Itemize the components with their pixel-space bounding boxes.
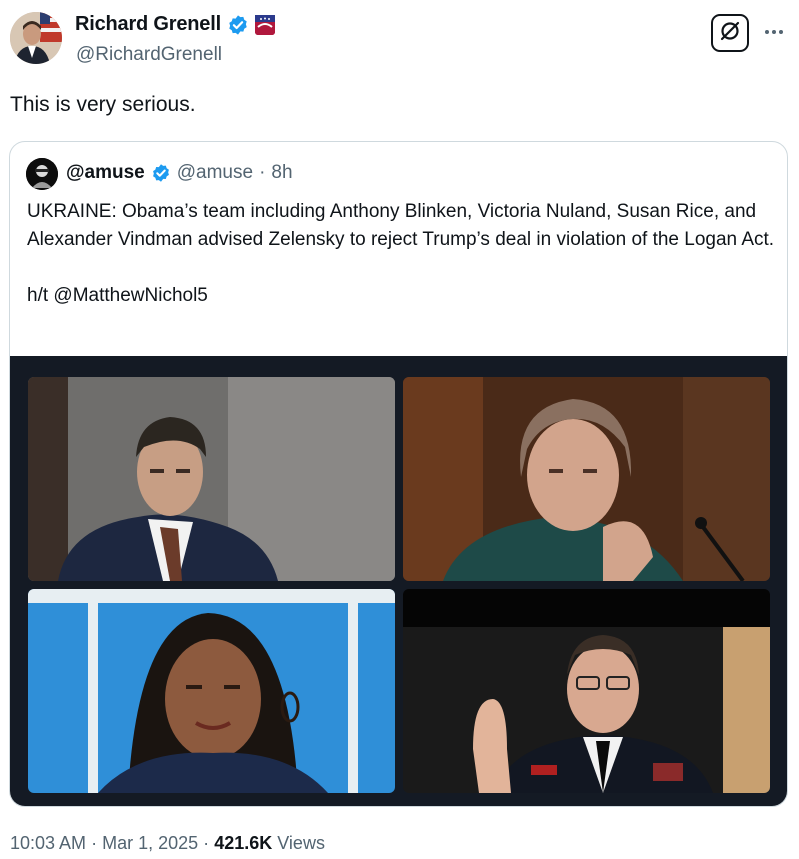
- author-handle[interactable]: @RichardGrenell: [76, 44, 222, 66]
- quoted-handle[interactable]: @amuse: [177, 162, 253, 184]
- blue-check-icon: [151, 163, 171, 183]
- more-dot-icon: [765, 30, 769, 34]
- quoted-timestamp[interactable]: 8h: [271, 162, 292, 184]
- quoted-text: UKRAINE: Obama’s team including Anthony …: [27, 201, 775, 250]
- blue-check-icon: [227, 14, 249, 36]
- tweet-date[interactable]: Mar 1, 2025: [102, 833, 198, 853]
- tweet-time[interactable]: 10:03 AM: [10, 833, 86, 853]
- tweet-text: This is very serious.: [10, 93, 196, 116]
- views-label: Views: [277, 833, 325, 853]
- photo-nuland[interactable]: [403, 377, 770, 581]
- quoted-media-grid[interactable]: [10, 356, 787, 806]
- separator-dot: ·: [203, 833, 210, 853]
- photo-vindman[interactable]: [403, 589, 770, 793]
- quoted-body: UKRAINE: Obama’s team including Anthony …: [27, 198, 777, 310]
- more-options-button[interactable]: [760, 22, 788, 42]
- photo-rice[interactable]: [28, 589, 395, 793]
- photo-blinken[interactable]: [28, 377, 395, 581]
- author-name-row: Richard Grenell: [75, 13, 275, 36]
- author-display-name[interactable]: Richard Grenell: [75, 13, 221, 36]
- quoted-tweet-card[interactable]: @amuse @amuse · 8h UKRAINE: Obama’s team…: [9, 141, 788, 807]
- quoted-hat-tip: h/t @MatthewNichol5: [27, 285, 208, 306]
- quoted-display-name[interactable]: @amuse: [66, 162, 145, 184]
- grok-button[interactable]: [711, 14, 749, 52]
- tweet-meta: 10:03 AM · Mar 1, 2025 · 421.6K Views: [10, 833, 325, 854]
- quoted-author-avatar[interactable]: [26, 158, 58, 190]
- org-affiliate-badge-icon[interactable]: [254, 14, 275, 35]
- separator-dot: ·: [259, 162, 266, 183]
- more-dot-icon: [779, 30, 783, 34]
- grok-icon: [718, 19, 742, 48]
- more-dot-icon: [772, 30, 776, 34]
- author-avatar[interactable]: [10, 12, 62, 64]
- separator-dot: ·: [91, 833, 98, 853]
- quoted-header: @amuse @amuse · 8h: [66, 162, 293, 184]
- views-count[interactable]: 421.6K: [214, 833, 272, 853]
